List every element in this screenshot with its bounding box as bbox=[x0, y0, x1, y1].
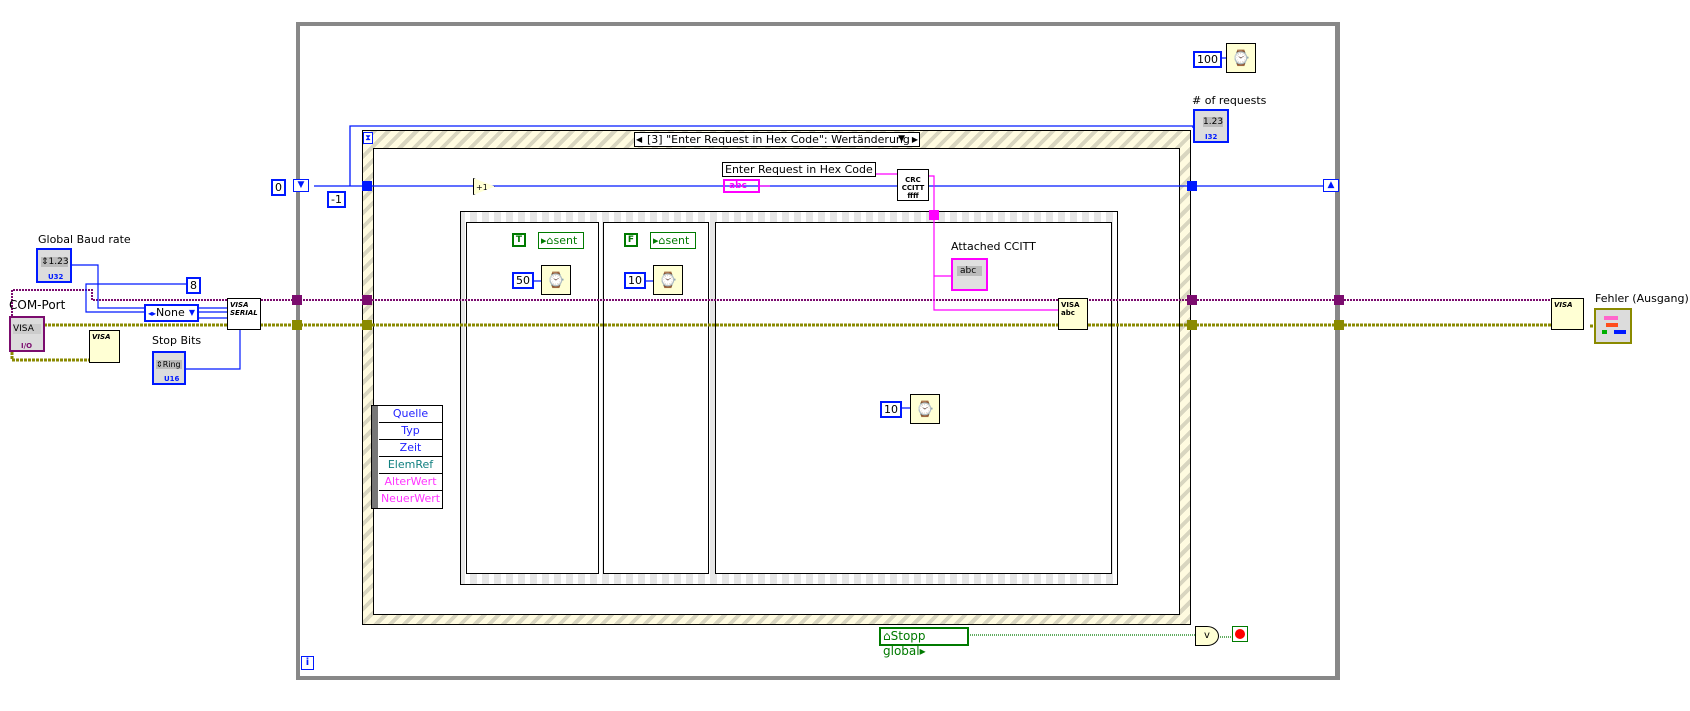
stopp-global-local-variable[interactable]: ⌂Stopp global▸ bbox=[879, 627, 969, 658]
wait-10-constant-2[interactable]: 10 bbox=[880, 401, 902, 418]
parity-enum-constant[interactable]: ◂▸None ▼ bbox=[144, 304, 199, 322]
wait-ms-icon: ⌚ bbox=[653, 265, 683, 295]
wait-ms-icon: ⌚ bbox=[910, 394, 940, 424]
visa-tunnel bbox=[292, 295, 302, 305]
visa-open-node: VISA bbox=[89, 330, 120, 363]
chevron-down-icon[interactable]: ▼ bbox=[189, 306, 195, 320]
wait-50-constant[interactable]: 50 bbox=[512, 272, 534, 289]
wires bbox=[10, 57, 1594, 638]
error-out-label: Fehler (Ausgang) bbox=[1595, 292, 1689, 305]
shift-init-constant[interactable]: 0 bbox=[271, 179, 286, 196]
false-constant[interactable]: F bbox=[624, 233, 638, 247]
com-port-label: COM-Port bbox=[9, 298, 66, 312]
attached-ccitt-indicator: abc bbox=[951, 258, 988, 291]
error-wire bbox=[10, 323, 1594, 362]
attached-ccitt-label: Attached CCITT bbox=[951, 240, 1036, 253]
num-requests-label: # of requests bbox=[1192, 94, 1267, 107]
shift-register-right: ▲ bbox=[1323, 179, 1339, 192]
stop-bits-label: Stop Bits bbox=[152, 334, 202, 347]
string-tunnel bbox=[929, 210, 939, 220]
baud-rate-control[interactable]: ⇕1.23 U32 bbox=[36, 248, 72, 283]
stop-bits-control[interactable]: ⇕Ring U16 bbox=[152, 351, 186, 385]
data-bits-constant[interactable]: 8 bbox=[186, 277, 201, 294]
block-diagram: i [3] "Enter Request in Hex Code": Wertä… bbox=[0, 0, 1690, 711]
tunnels bbox=[292, 181, 1344, 330]
baud-wire bbox=[66, 264, 227, 309]
bool-wire bbox=[968, 634, 1232, 638]
com-port-control[interactable]: VISA I/O bbox=[9, 316, 45, 352]
visa-serial-config-node: VISA SERIAL bbox=[227, 298, 261, 330]
baud-rate-label: Global Baud rate bbox=[38, 233, 131, 246]
crc-ccitt-node: CRC CCITT ffff bbox=[897, 169, 929, 201]
num-requests-indicator: 1.23 I32 bbox=[1193, 109, 1229, 143]
sent-local-variable-1[interactable]: ▸⌂sent bbox=[538, 232, 584, 249]
wait-ms-icon: ⌚ bbox=[541, 265, 571, 295]
wait-ms-icon: ⌚ bbox=[1226, 43, 1256, 73]
minus-one-constant[interactable]: -1 bbox=[327, 191, 346, 208]
error-tunnel bbox=[292, 320, 302, 330]
enum-arrows-icon: ◂▸ bbox=[148, 309, 157, 318]
iteration-count-wire bbox=[349, 125, 1194, 186]
visa-write-node: VISA abc bbox=[1058, 298, 1088, 330]
shift-register-left: ▼ bbox=[293, 179, 309, 192]
request-label: Enter Request in Hex Code bbox=[722, 162, 876, 177]
request-control[interactable]: abc bbox=[723, 179, 760, 193]
visa-close-node: VISA bbox=[1551, 298, 1584, 330]
error-out-indicator bbox=[1594, 308, 1632, 344]
sent-local-variable-2[interactable]: ▸⌂sent bbox=[650, 232, 696, 249]
loop-stop-terminal[interactable] bbox=[1232, 626, 1248, 642]
true-constant[interactable]: T bbox=[512, 233, 526, 247]
wait-10-constant[interactable]: 10 bbox=[624, 272, 646, 289]
or-gate: v bbox=[1195, 626, 1219, 646]
wait-100-constant[interactable]: 100 bbox=[1193, 51, 1222, 68]
